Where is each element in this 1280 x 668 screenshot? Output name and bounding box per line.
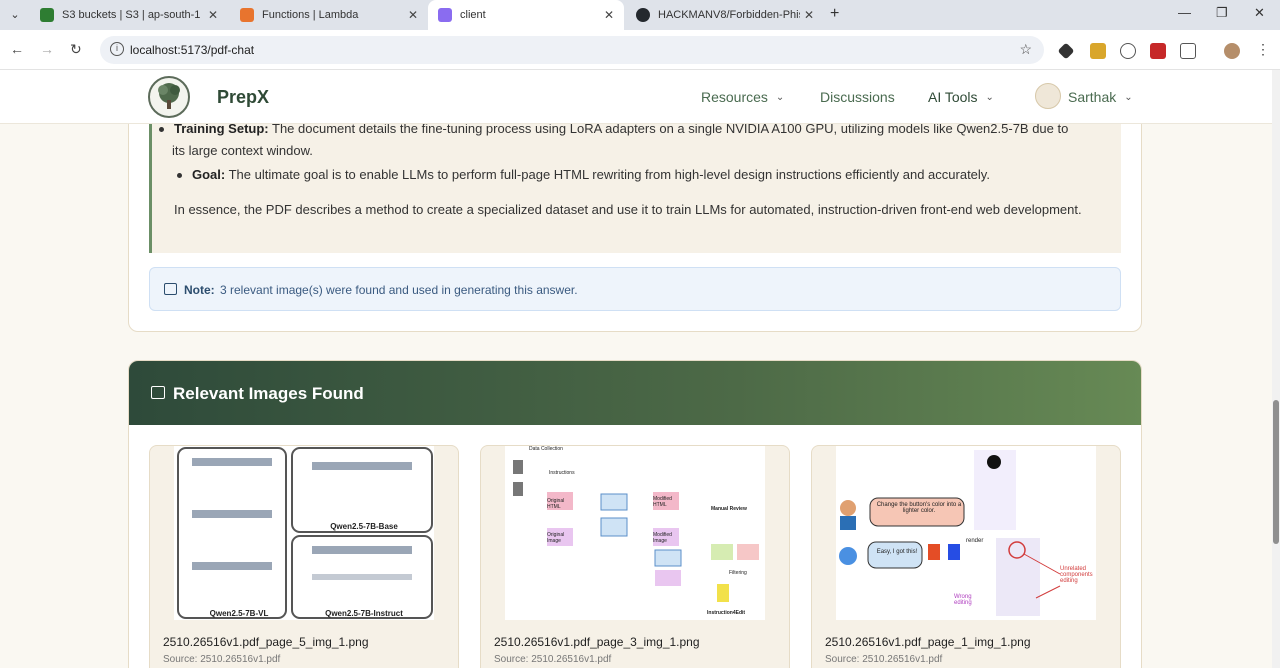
bullet-label: Goal: xyxy=(192,167,226,182)
chevron-down-icon: ⌄ xyxy=(985,91,994,103)
nav-resources[interactable]: Resources ⌄ xyxy=(701,89,784,105)
site-header: PrepX Resources ⌄ Discussions AI Tools ⌄… xyxy=(0,70,1272,124)
image-caption: Qwen2.5-7B-Base xyxy=(330,522,398,531)
puzzle-color-extension-icon[interactable] xyxy=(1090,43,1106,59)
image-caption: Easy, I got this! xyxy=(876,549,918,555)
nav-ai-tools-label: AI Tools xyxy=(928,89,978,105)
browser-tab-github[interactable]: HACKMANV8/Forbidden-Phishi ✕ xyxy=(626,0,824,30)
new-tab-plus-icon[interactable]: + xyxy=(830,5,839,23)
image-caption: Original Image xyxy=(547,532,565,544)
circle-extension-icon[interactable] xyxy=(1120,43,1136,59)
github-favicon-icon xyxy=(636,8,650,22)
image-caption: Original HTML xyxy=(547,498,565,510)
bullet-dot xyxy=(177,173,182,178)
relevant-images-header: Relevant Images Found xyxy=(129,361,1141,425)
close-icon[interactable]: ✕ xyxy=(804,8,814,22)
image-thumbnail[interactable] xyxy=(505,446,765,620)
browser-toolbar: ← → ↻ i localhost:5173/pdf-chat ☆ ⋮ xyxy=(0,30,1280,70)
bullet-dot xyxy=(159,127,164,132)
image-caption: Instruction4Edit xyxy=(707,610,746,616)
user-avatar[interactable] xyxy=(1035,83,1061,109)
image-caption: Modified Image xyxy=(653,532,672,544)
tab-title: HACKMANV8/Forbidden-Phishi xyxy=(658,9,800,21)
answer-bullet-continuation: its large context window. xyxy=(172,143,313,158)
page-scrollbar-thumb[interactable] xyxy=(1273,400,1279,544)
image-source: Source: 2510.26516v1.pdf xyxy=(825,654,943,665)
note-label: Note: xyxy=(184,283,215,297)
window-close-icon[interactable]: ✕ xyxy=(1254,5,1265,21)
pen-extension-icon[interactable] xyxy=(1057,42,1075,60)
image-caption: Unrelated components editing xyxy=(1060,566,1093,584)
profile-avatar-icon[interactable] xyxy=(1224,43,1240,59)
vite-favicon-icon xyxy=(438,8,452,22)
bookmark-star-icon[interactable]: ☆ xyxy=(1019,41,1032,58)
restore-icon[interactable]: ❐ xyxy=(1216,5,1228,21)
image-card[interactable]: Data Collection Instructions Original HT… xyxy=(480,445,790,668)
answer-bullet: Goal: The ultimate goal is to enable LLM… xyxy=(177,164,1112,186)
image-card[interactable]: Change the button's color into a lighter… xyxy=(811,445,1121,668)
close-icon[interactable]: ✕ xyxy=(408,8,418,22)
image-filename: 2510.26516v1.pdf_page_3_img_1.png xyxy=(494,635,700,649)
url-text[interactable]: localhost:5173/pdf-chat xyxy=(130,43,254,57)
page-scrollbar-track[interactable] xyxy=(1272,70,1280,668)
close-icon[interactable]: ✕ xyxy=(604,8,614,22)
image-caption: Qwen2.5-7B-VL xyxy=(209,609,269,618)
extensions-puzzle-icon[interactable] xyxy=(1180,43,1196,59)
relevant-images-card: Relevant Images Found Qwen2.5-7B-VL Qwen… xyxy=(128,360,1142,668)
s3-favicon-icon xyxy=(40,8,54,22)
tab-title: S3 buckets | S3 | ap-south-1 xyxy=(62,9,201,21)
image-caption: Modified HTML xyxy=(653,496,672,508)
image-caption: render xyxy=(966,538,984,544)
nav-discussions-label: Discussions xyxy=(820,89,895,105)
nav-user-menu[interactable]: Sarthak ⌄ xyxy=(1068,89,1133,105)
lambda-favicon-icon xyxy=(240,8,254,22)
image-caption: Change the button's color into a lighter… xyxy=(876,502,962,514)
prepx-logo-tree-icon[interactable] xyxy=(148,76,190,118)
site-info-icon[interactable]: i xyxy=(110,42,124,56)
answer-summary: In essence, the PDF describes a method t… xyxy=(174,202,1082,217)
image-icon xyxy=(151,386,165,399)
chevron-down-icon: ⌄ xyxy=(775,91,785,103)
image-icon xyxy=(164,283,177,295)
image-filename: 2510.26516v1.pdf_page_1_img_1.png xyxy=(825,635,1031,649)
nav-discussions[interactable]: Discussions xyxy=(820,89,895,105)
image-caption: Filtering xyxy=(729,570,747,576)
answer-card: Training Setup: The document details the… xyxy=(128,100,1142,332)
red-extension-icon[interactable] xyxy=(1150,43,1166,59)
browser-menu-icon[interactable]: ⋮ xyxy=(1256,41,1270,58)
nav-ai-tools[interactable]: AI Tools ⌄ xyxy=(928,89,994,105)
image-caption: Instructions xyxy=(549,470,575,476)
user-name: Sarthak xyxy=(1068,89,1117,105)
close-icon[interactable]: ✕ xyxy=(208,8,218,22)
browser-tab-client[interactable]: client ✕ xyxy=(428,0,624,30)
relevant-images-title: Relevant Images Found xyxy=(173,384,364,403)
image-caption: Data Collection xyxy=(529,446,563,452)
image-caption: Manual Review xyxy=(711,506,747,512)
image-thumbnail[interactable] xyxy=(174,446,434,620)
brand-name[interactable]: PrepX xyxy=(217,87,269,108)
chevron-down-icon: ⌄ xyxy=(1124,91,1133,103)
back-arrow-icon[interactable]: ← xyxy=(10,41,24,57)
image-card[interactable]: Qwen2.5-7B-VL Qwen2.5-7B-Base Qwen2.5-7B… xyxy=(149,445,459,668)
image-caption: Wrong editing xyxy=(954,594,972,606)
image-source: Source: 2510.26516v1.pdf xyxy=(163,654,281,665)
tab-title: client xyxy=(460,9,486,21)
nav-resources-label: Resources xyxy=(701,89,768,105)
reload-icon[interactable]: ↻ xyxy=(70,41,82,58)
browser-tab-lambda[interactable]: Functions | Lambda ✕ xyxy=(230,0,428,30)
image-source: Source: 2510.26516v1.pdf xyxy=(494,654,612,665)
image-caption: Qwen2.5-7B-Instruct xyxy=(325,609,403,618)
address-bar[interactable]: i localhost:5173/pdf-chat ☆ xyxy=(100,36,1044,64)
forward-arrow-icon[interactable]: → xyxy=(40,41,54,57)
minimize-icon[interactable]: — xyxy=(1178,5,1191,20)
tab-title: Functions | Lambda xyxy=(262,9,359,21)
note-text: 3 relevant image(s) were found and used … xyxy=(220,283,578,297)
bullet-text: The ultimate goal is to enable LLMs to p… xyxy=(225,167,990,182)
tab-search-chevron-icon[interactable]: ⌄ xyxy=(6,6,24,24)
image-filename: 2510.26516v1.pdf_page_5_img_1.png xyxy=(163,635,369,649)
note-box: Note: 3 relevant image(s) were found and… xyxy=(149,267,1121,311)
browser-tab-s3[interactable]: S3 buckets | S3 | ap-south-1 ✕ xyxy=(30,0,228,30)
browser-tab-bar: ⌄ S3 buckets | S3 | ap-south-1 ✕ Functio… xyxy=(0,0,1280,30)
